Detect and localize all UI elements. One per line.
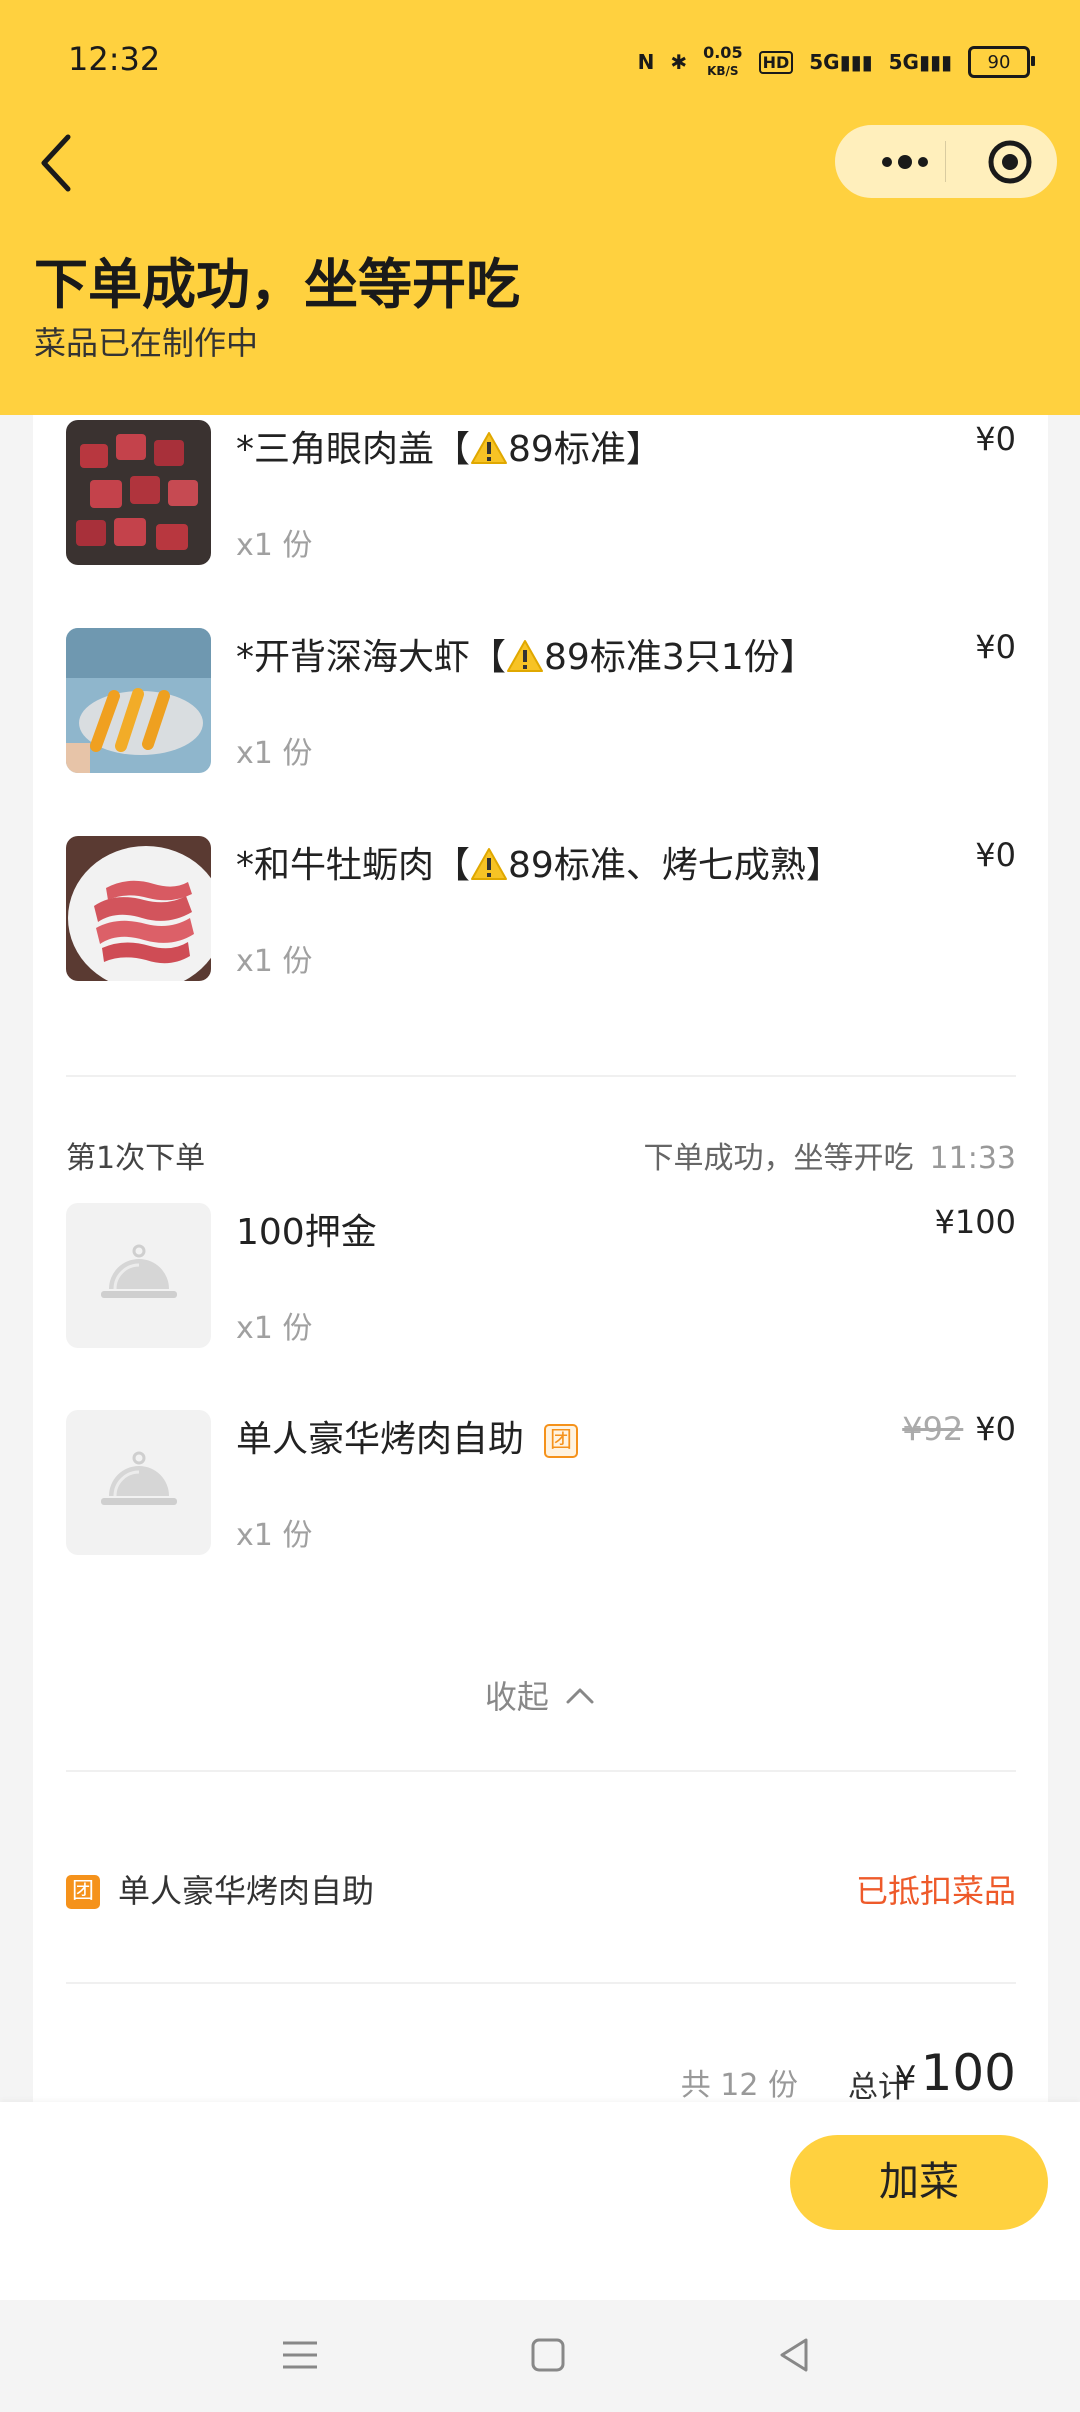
cloche-icon — [100, 1244, 177, 1298]
warning-icon — [471, 848, 508, 880]
dish-quantity: x1 份 — [236, 528, 313, 563]
speed-unit: KB/S — [707, 64, 739, 78]
dish-price: ¥0 — [975, 628, 1016, 666]
dish-name-prefix: *三角眼肉盖【 — [236, 429, 471, 470]
divider — [66, 1075, 1016, 1077]
capsule-divider — [945, 141, 946, 182]
signal-5g-2-icon: 5G▮▮▮ — [888, 50, 952, 74]
dish-name-text: 单人豪华烤肉自助 — [236, 1419, 525, 1460]
list-item: 单人豪华烤肉自助团 x1 份 ¥92 ¥0 — [66, 1410, 1016, 1560]
original-price: ¥92 — [902, 1410, 964, 1448]
nfc-icon: N — [637, 50, 655, 74]
order-header: 第1次下单 下单成功，坐等开吃 11:33 — [66, 1133, 1016, 1177]
cloche-icon — [100, 1451, 177, 1505]
back-button[interactable] — [30, 125, 90, 200]
more-button[interactable] — [865, 125, 945, 198]
dish-price: ¥0 — [975, 420, 1016, 458]
order-status-text: 下单成功，坐等开吃 — [643, 1141, 914, 1176]
collapse-label: 收起 — [484, 1678, 549, 1716]
battery-level: 90 — [987, 51, 1011, 73]
status-bar: 12:32 N ✱ 0.05 KB/S HD 5G▮▮▮ 5G▮▮▮ 90 — [0, 0, 1080, 120]
dish-name: *开背深海大虾【 89标准3只1份】 — [236, 628, 816, 680]
dish-image — [66, 420, 211, 565]
dish-price: ¥100 — [934, 1203, 1016, 1241]
chevron-up-icon — [566, 1688, 594, 1704]
bluetooth-icon: ✱ — [670, 50, 688, 74]
signal-5g-icon: 5G▮▮▮ — [809, 50, 873, 74]
coupon-status: 已抵扣菜品 — [855, 1872, 1016, 1910]
warning-icon — [507, 640, 544, 672]
dish-name-suffix: 89标准3只1份】 — [544, 637, 816, 678]
divider — [66, 1982, 1016, 1984]
status-time: 12:32 — [68, 40, 161, 78]
dish-image — [66, 836, 211, 981]
dish-price: ¥0 — [975, 836, 1016, 874]
home-icon[interactable] — [523, 2330, 573, 2380]
dish-quantity: x1 份 — [236, 1518, 313, 1553]
total-amount: ¥100 — [895, 2044, 1016, 2102]
list-item: *三角眼肉盖【 89标准】 x1 份 ¥0 — [66, 420, 1016, 570]
network-speed: 0.05 KB/S — [703, 44, 742, 80]
more-dots-icon — [882, 155, 928, 169]
item-count: 共 12 份 — [680, 2068, 798, 2103]
dish-image — [66, 628, 211, 773]
divider — [66, 1770, 1016, 1772]
list-item: 100押金 x1 份 ¥100 — [66, 1203, 1016, 1353]
dish-name: *和牛牡蛎肉【 89标准、烤七成熟】 — [236, 836, 842, 888]
miniprogram-capsule — [835, 125, 1057, 198]
current-price: ¥0 — [975, 1410, 1016, 1448]
page-header: 12:32 N ✱ 0.05 KB/S HD 5G▮▮▮ 5G▮▮▮ 90 下单… — [0, 0, 1080, 415]
order-status: 下单成功，坐等开吃 11:33 — [644, 1133, 1016, 1177]
dish-name: *三角眼肉盖【 89标准】 — [236, 420, 662, 472]
dish-name-suffix: 89标准、烤七成熟】 — [508, 845, 842, 886]
sig1-label: 5G — [809, 50, 840, 74]
dish-price: ¥92 ¥0 — [902, 1410, 1016, 1448]
back-triangle-icon[interactable] — [770, 2330, 820, 2380]
group-deal-badge: 团 — [544, 1424, 579, 1458]
order-summary: 共 12 份 总计 ¥100 — [33, 2044, 1048, 2105]
total-value: 100 — [920, 2044, 1016, 2102]
battery-icon: 90 — [968, 46, 1035, 78]
dish-name-prefix: *和牛牡蛎肉【 — [236, 845, 471, 886]
dish-name: 100押金 — [236, 1212, 377, 1253]
chevron-left-icon — [41, 134, 71, 192]
target-icon — [988, 140, 1032, 184]
hd-icon: HD — [758, 50, 794, 74]
list-item: *开背深海大虾【 89标准3只1份】 x1 份 ¥0 — [66, 628, 1016, 778]
dish-placeholder-image — [66, 1410, 211, 1555]
page-title: 下单成功，坐等开吃 — [34, 253, 520, 316]
speed-value: 0.05 — [703, 43, 743, 62]
dish-quantity: x1 份 — [236, 1311, 313, 1346]
status-icons: N ✱ 0.05 KB/S HD 5G▮▮▮ 5G▮▮▮ 90 — [637, 44, 1035, 80]
add-dish-button[interactable]: 加菜 — [790, 2135, 1048, 2230]
bottom-action-bar: 加菜 — [0, 2102, 1080, 2300]
dish-name-suffix: 89标准】 — [508, 429, 662, 470]
dish-quantity: x1 份 — [236, 944, 313, 979]
coupon-name: 单人豪华烤肉自助 — [118, 1872, 375, 1910]
group-deal-badge: 团 — [66, 1875, 100, 1909]
close-miniprogram-button[interactable] — [970, 125, 1050, 198]
warning-icon — [471, 432, 508, 464]
order-time: 11:33 — [929, 1141, 1016, 1176]
currency-symbol: ¥ — [894, 2059, 917, 2099]
menu-icon[interactable] — [275, 2330, 325, 2380]
dish-name-prefix: *开背深海大虾【 — [236, 637, 507, 678]
system-nav-bar — [0, 2300, 1080, 2412]
dish-name: 单人豪华烤肉自助团 — [236, 1410, 579, 1462]
page-subtitle: 菜品已在制作中 — [34, 324, 259, 362]
dish-placeholder-image — [66, 1203, 211, 1348]
collapse-button[interactable]: 收起 — [0, 1672, 1080, 1718]
dish-quantity: x1 份 — [236, 736, 313, 771]
order-round-label: 第1次下单 — [66, 1141, 206, 1176]
coupon-row: 团单人豪华烤肉自助 已抵扣菜品 — [66, 1866, 1016, 1912]
list-item: *和牛牡蛎肉【 89标准、烤七成熟】 x1 份 ¥0 — [66, 836, 1016, 986]
sig2-label: 5G — [888, 50, 919, 74]
